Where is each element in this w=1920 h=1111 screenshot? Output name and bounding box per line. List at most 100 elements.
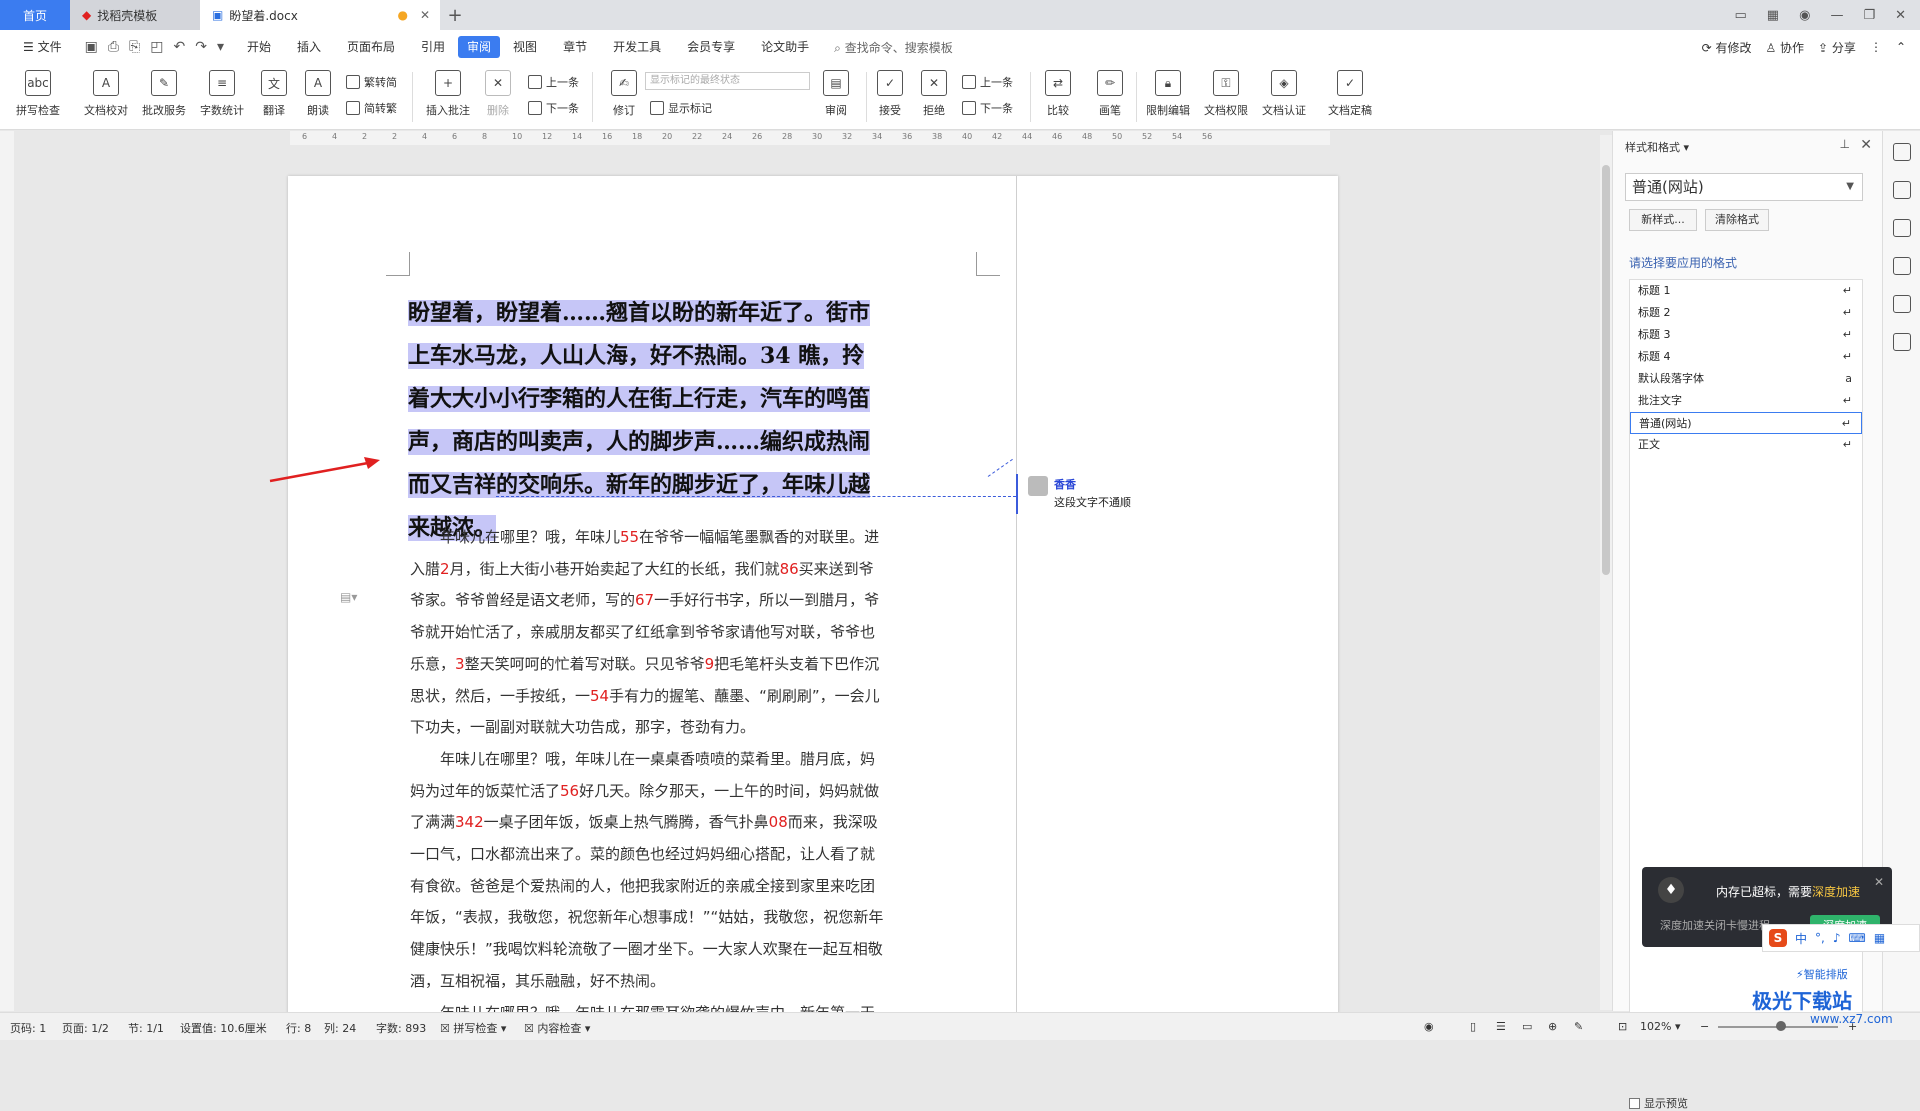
user-avatar[interactable]: ◉ — [1799, 8, 1810, 23]
reject-button[interactable]: ✕拒绝 — [906, 70, 962, 118]
minimize-icon[interactable]: — — [1830, 8, 1843, 23]
fit-page-icon[interactable]: ⊡ — [1618, 1020, 1627, 1033]
comment-balloon[interactable]: 香香 这段文字不通顺 — [1016, 474, 1256, 514]
page-number[interactable]: 页码: 1 — [10, 1020, 46, 1036]
pen-button[interactable]: ✏画笔 — [1082, 70, 1138, 118]
content-check-status[interactable]: ☒ 内容检查 ▾ — [524, 1020, 590, 1036]
prev-comment-button[interactable]: 上一条 — [528, 74, 579, 90]
book-icon[interactable] — [1893, 333, 1911, 351]
redo-icon[interactable]: ↷ — [195, 39, 207, 55]
modified-button[interactable]: ⟳ 有修改 — [1702, 39, 1752, 56]
save-icon[interactable]: ▣ — [85, 39, 98, 55]
menu-review[interactable]: 审阅 — [458, 36, 500, 58]
show-preview-checkbox[interactable]: 显示预览 — [1629, 1095, 1688, 1111]
style-item[interactable]: 正文↵ — [1630, 434, 1862, 456]
panel-title[interactable]: 样式和格式 ▾ — [1625, 139, 1689, 155]
collapse-ribbon-icon[interactable]: ⌃ — [1896, 40, 1906, 54]
image-tools-icon[interactable] — [1893, 257, 1911, 275]
new-style-button[interactable]: 新样式... — [1629, 209, 1697, 231]
zoom-out-icon[interactable]: − — [1700, 1020, 1709, 1033]
style-item[interactable]: 标题 1↵ — [1630, 280, 1862, 302]
doc-auth-button[interactable]: ◈文档认证 — [1256, 70, 1312, 118]
eye-protect-icon[interactable]: ◉ — [1424, 1020, 1434, 1033]
page-count[interactable]: 页面: 1/2 — [62, 1020, 109, 1036]
next-change-button[interactable]: 下一条 — [962, 100, 1013, 116]
close-tab-icon[interactable]: ✕ — [420, 8, 430, 22]
document-body[interactable]: 年味儿在哪里？哦，年味儿55在爷爷一幅幅笔墨飘香的对联里。进入腊2月，街上大街小… — [410, 522, 885, 1030]
share-button[interactable]: ⇪ 分享 — [1818, 39, 1856, 56]
location-icon[interactable] — [1893, 295, 1911, 313]
vertical-ruler[interactable] — [0, 131, 14, 1011]
more-icon[interactable]: ▾ — [217, 39, 224, 55]
paragraph-2[interactable]: 年味儿在哪里？哦，年味儿在一桌桌香喷喷的菜肴里。腊月底，妈妈为过年的饭菜忙活了5… — [410, 744, 885, 998]
menu-layout[interactable]: 页面布局 — [334, 36, 408, 58]
restrict-edit-button[interactable]: 🔒︎限制编辑 — [1140, 70, 1196, 118]
export-icon[interactable]: ⎙ — [108, 39, 119, 55]
style-item[interactable]: 默认段落字体a — [1630, 368, 1862, 390]
tab-home[interactable]: 首页 — [0, 0, 70, 30]
correction-service-button[interactable]: ✎批改服务 — [136, 70, 192, 118]
selected-paragraph[interactable]: 盼望着，盼望着……翘首以盼的新年近了。街市上车水马龙，人山人海，好不热闹。34 … — [408, 292, 883, 550]
row-info[interactable]: 行: 8 — [286, 1020, 311, 1036]
layout-icon[interactable]: ▭ — [1735, 8, 1747, 23]
punct-icon[interactable]: °, — [1815, 931, 1825, 945]
spell-check-button[interactable]: abc拼写检查 — [10, 70, 66, 118]
clear-format-button[interactable]: 清除格式 — [1705, 209, 1769, 231]
menu-devtools[interactable]: 开发工具 — [600, 36, 674, 58]
undo-icon[interactable]: ↶ — [173, 39, 185, 55]
style-item[interactable]: 标题 3↵ — [1630, 324, 1862, 346]
document-page[interactable]: 盼望着，盼望着……翘首以盼的新年近了。街市上车水马龙，人山人海，好不热闹。34 … — [288, 176, 1338, 1016]
zoom-slider-knob[interactable] — [1776, 1021, 1786, 1031]
menu-thesis[interactable]: 论文助手 — [748, 36, 822, 58]
delete-comment-button[interactable]: ✕删除 — [470, 70, 526, 118]
pen-mode-icon[interactable]: ✎ — [1574, 1020, 1583, 1033]
word-count-status[interactable]: 字数: 893 — [376, 1020, 426, 1036]
review-pane-button[interactable]: ▤审阅 — [808, 70, 864, 118]
close-panel-icon[interactable]: ✕ — [1860, 137, 1872, 153]
preview-icon[interactable]: ◰ — [150, 39, 163, 55]
style-item[interactable]: 批注文字↵ — [1630, 390, 1862, 412]
current-style-select[interactable]: 普通(网站)▼ — [1625, 173, 1863, 201]
setting-value[interactable]: 设置值: 10.6厘米 — [180, 1020, 267, 1036]
close-window-icon[interactable]: ✕ — [1895, 8, 1906, 23]
keyboard-icon[interactable]: ⌨ — [1849, 931, 1866, 945]
menu-insert[interactable]: 插入 — [284, 36, 334, 58]
smart-layout-button[interactable]: ⚡智能排版 — [1796, 966, 1848, 982]
simp-to-trad-button[interactable]: 简转繁 — [346, 100, 397, 116]
menu-view[interactable]: 视图 — [500, 36, 550, 58]
next-comment-button[interactable]: 下一条 — [528, 100, 579, 116]
settings-sliders-icon[interactable] — [1893, 219, 1911, 237]
trad-to-simp-button[interactable]: 繁转简 — [346, 74, 397, 90]
new-tab-button[interactable]: + — [440, 0, 470, 30]
menu-grid-icon[interactable]: ▦ — [1874, 931, 1885, 945]
section-info[interactable]: 节: 1/1 — [128, 1020, 164, 1036]
edit-style-icon[interactable] — [1893, 143, 1911, 161]
doc-proof-button[interactable]: A文档校对 — [78, 70, 134, 118]
outline-view-icon[interactable]: ☰ — [1496, 1020, 1506, 1033]
spell-check-status[interactable]: ☒ 拼写检查 ▾ — [440, 1020, 506, 1036]
sogou-icon[interactable]: S — [1769, 929, 1787, 947]
vertical-scrollbar[interactable] — [1600, 135, 1612, 1010]
grid-icon[interactable]: ▦ — [1767, 8, 1779, 23]
tab-template[interactable]: ◆ 找稻壳模板 — [70, 0, 200, 30]
restore-icon[interactable]: ❐ — [1863, 8, 1875, 23]
insert-comment-button[interactable]: +插入批注 — [420, 70, 476, 118]
pin-icon[interactable]: ⊥ — [1840, 137, 1850, 151]
prev-change-button[interactable]: 上一条 — [962, 74, 1013, 90]
ime-mode[interactable]: 中 — [1795, 930, 1807, 947]
page-view-icon[interactable]: ▯ — [1470, 1020, 1476, 1033]
paragraph-1[interactable]: 年味儿在哪里？哦，年味儿55在爷爷一幅幅笔墨飘香的对联里。进入腊2月，街上大街小… — [410, 522, 885, 744]
command-search[interactable]: ⌕ 查找命令、搜索模板 — [834, 39, 953, 56]
print-icon[interactable]: ⎘ — [129, 39, 140, 55]
close-toast-icon[interactable]: ✕ — [1874, 875, 1884, 889]
style-item[interactable]: 标题 2↵ — [1630, 302, 1862, 324]
menu-more-icon[interactable]: ⋮ — [1870, 40, 1882, 54]
style-item[interactable]: 标题 4↵ — [1630, 346, 1862, 368]
tab-document[interactable]: ▣ 盼望着.docx ● ✕ — [200, 0, 440, 30]
markup-state-select[interactable]: 显示标记的最终状态 — [645, 72, 810, 90]
menu-reference[interactable]: 引用 — [408, 36, 458, 58]
web-view-icon[interactable]: ⊕ — [1548, 1020, 1557, 1033]
mic-icon[interactable]: ♪ — [1833, 931, 1841, 945]
col-info[interactable]: 列: 24 — [324, 1020, 356, 1036]
collab-button[interactable]: ♙ 协作 — [1765, 39, 1804, 56]
